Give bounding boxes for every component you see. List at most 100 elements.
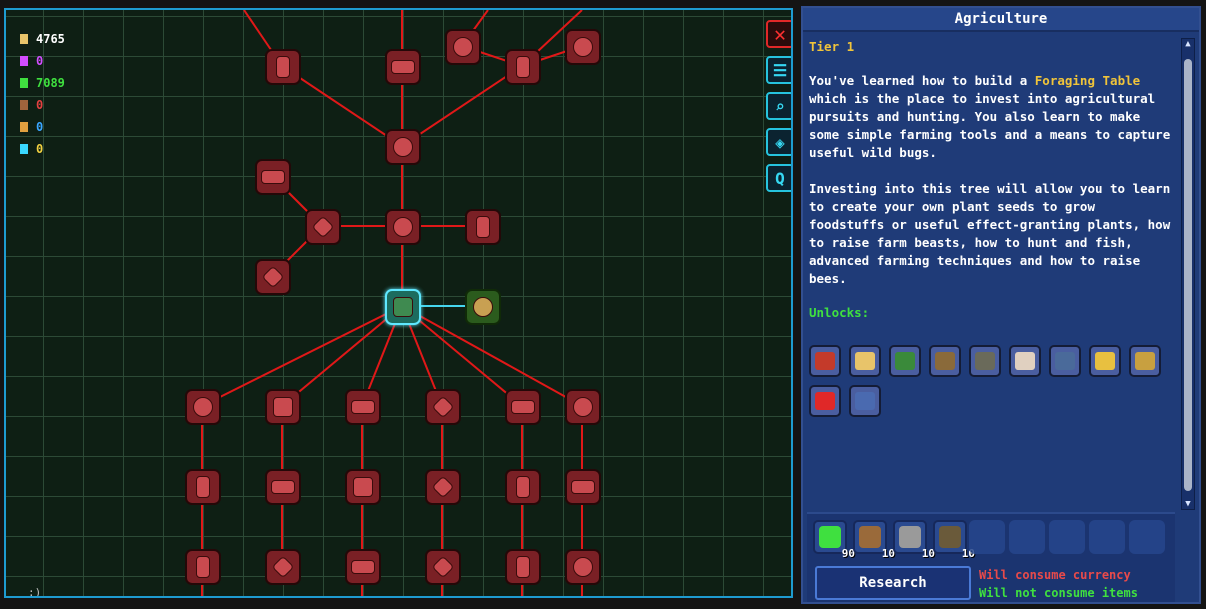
list-icon: ☰ (772, 60, 788, 80)
tree-node-bug-net[interactable] (465, 289, 501, 325)
scroll-up-icon[interactable]: ▲ (1183, 39, 1193, 49)
unlock-slot[interactable] (1129, 345, 1161, 377)
tier-label: Tier 1 (809, 39, 855, 54)
tree-node-r3c6[interactable] (565, 549, 601, 585)
fish-icon (571, 480, 595, 494)
empty-slot (1009, 520, 1045, 554)
scroll-down-icon[interactable]: ▼ (1183, 499, 1193, 509)
unlock-slot[interactable] (809, 385, 841, 417)
unlock-slot[interactable] (1089, 345, 1121, 377)
cost-slot[interactable]: 90 (813, 520, 855, 560)
target-icon: ◈ (775, 132, 785, 152)
tree-node-coral[interactable] (565, 29, 601, 65)
unlock-slot[interactable] (849, 385, 881, 417)
tree-node-berry[interactable] (505, 49, 541, 85)
tree-node-r2c1[interactable] (185, 469, 221, 505)
list-button[interactable]: ☰ (766, 56, 791, 84)
tree-node-r1c6[interactable] (565, 389, 601, 425)
staff-icon (855, 392, 875, 410)
close-button[interactable]: ✕ (766, 20, 791, 48)
tree-node-hook[interactable] (385, 49, 421, 85)
unlocks-label: Unlocks: (809, 305, 870, 320)
info-panel: Agriculture Tier 1 You've learned how to… (801, 6, 1201, 604)
unlock-slot[interactable] (929, 345, 961, 377)
tree-node-r3c1[interactable] (185, 549, 221, 585)
description-paragraph-1: You've learned how to build a Foraging T… (809, 72, 1171, 162)
tree-node-r3c5[interactable] (505, 549, 541, 585)
empty-slot (969, 520, 1005, 554)
currency-row: 0 (20, 50, 65, 72)
tree-node-r2c2[interactable] (265, 469, 301, 505)
tree-node-hourglass[interactable] (305, 209, 341, 245)
unlock-slot[interactable] (1049, 345, 1081, 377)
unlock-slot[interactable] (889, 345, 921, 377)
tree-node-fruit[interactable] (385, 209, 421, 245)
hourglass-icon (311, 215, 335, 239)
stone-icon (899, 526, 921, 548)
tree-node-r1c2[interactable] (265, 389, 301, 425)
currency-value: 4765 (36, 32, 65, 46)
tree-node-seed[interactable] (265, 49, 301, 85)
hourglass-icon (261, 265, 285, 289)
tree-node-r1c5[interactable] (505, 389, 541, 425)
unlock-slot[interactable] (849, 345, 881, 377)
pot-icon (351, 400, 375, 414)
empty-slot (1129, 520, 1165, 554)
unlock-slot[interactable] (969, 345, 1001, 377)
coral-icon (573, 37, 593, 57)
tree-node-hourglass-2[interactable] (255, 259, 291, 295)
scroll-icon (196, 556, 210, 578)
cost-slot[interactable]: 10 (933, 520, 975, 560)
bug-net-icon (1015, 352, 1035, 370)
research-button[interactable]: Research (815, 566, 971, 600)
berry-icon (516, 56, 530, 78)
tree-node-r3c2[interactable] (265, 549, 301, 585)
rose-icon (393, 137, 413, 157)
unlock-slot[interactable] (1009, 345, 1041, 377)
unlock-slot[interactable] (809, 345, 841, 377)
tree-node-r3c3[interactable] (345, 549, 381, 585)
tree-node-r2c3[interactable] (345, 469, 381, 505)
currency-value: 0 (36, 54, 44, 68)
tree-node-sign[interactable] (255, 159, 291, 195)
empty-slot (1089, 520, 1125, 554)
tree-node-r2c4[interactable] (425, 469, 461, 505)
tree-node-r1c1[interactable] (185, 389, 221, 425)
cost-slot[interactable]: 10 (893, 520, 935, 560)
fishing-rod-icon (895, 352, 915, 370)
tree-node-foraging-table[interactable] (385, 289, 421, 325)
seed-packet-icon (273, 397, 293, 417)
description-area: Tier 1 You've learned how to build a For… (809, 38, 1171, 510)
tree-node-r1c4[interactable] (425, 389, 461, 425)
scroll-thumb[interactable] (1184, 59, 1192, 491)
leaf-icon (193, 397, 213, 417)
bottle-icon (516, 476, 530, 498)
scrollbar[interactable]: ▲ ▼ (1181, 38, 1195, 510)
machine-icon (353, 477, 373, 497)
pickaxe-icon (431, 395, 455, 419)
crate-icon (975, 352, 995, 370)
zoom-button[interactable]: ⌕ (766, 92, 791, 120)
creature-icon (573, 397, 593, 417)
center-button[interactable]: ◈ (766, 128, 791, 156)
tree-node-r3c4[interactable] (425, 549, 461, 585)
description-paragraph-2: Investing into this tree will allow you … (809, 181, 1171, 286)
dna-icon (20, 122, 28, 132)
fiber-icon (939, 526, 961, 548)
tree-node-meat[interactable] (445, 29, 481, 65)
helmet-icon (511, 400, 535, 414)
cost-area: 90 10 10 10 Research Will consume currency … (807, 512, 1175, 602)
currency-list: 4765 0 7089 0 0 0 (20, 28, 65, 160)
tree-node-r2c5[interactable] (505, 469, 541, 505)
research-tree-panel[interactable]: 4765 0 7089 0 0 0 ✕ ☰ ⌕ ◈ Q :) (4, 8, 793, 598)
search-button[interactable]: Q (766, 164, 791, 192)
tree-node-pineapple[interactable] (465, 209, 501, 245)
panel-title: Agriculture (803, 8, 1199, 32)
items-warning: Will not consume items (979, 586, 1138, 600)
pineapple-icon (476, 216, 490, 238)
tree-node-rose[interactable] (385, 129, 421, 165)
tree-node-r1c3[interactable] (345, 389, 381, 425)
cost-slot[interactable]: 10 (853, 520, 895, 560)
currency-value: 7089 (36, 76, 65, 90)
tree-node-r2c6[interactable] (565, 469, 601, 505)
